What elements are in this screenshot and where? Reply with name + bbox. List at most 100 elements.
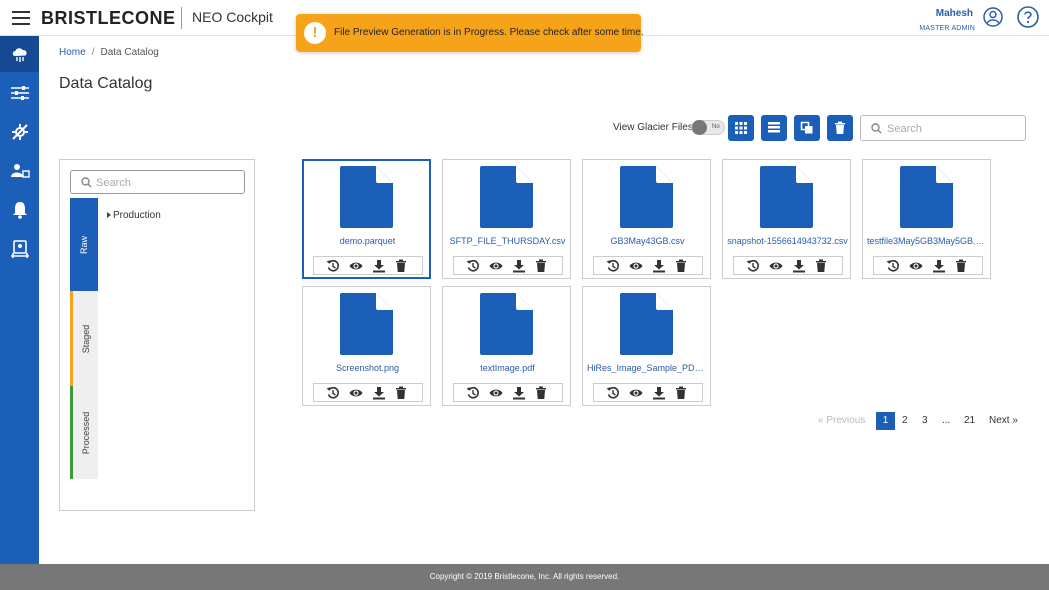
trash-icon[interactable] bbox=[394, 386, 408, 400]
nav-user-management[interactable] bbox=[0, 153, 39, 189]
pagination-page-last[interactable]: 21 bbox=[964, 412, 975, 430]
delete-button[interactable] bbox=[827, 115, 853, 141]
eye-icon[interactable] bbox=[349, 386, 363, 400]
bell-icon bbox=[13, 202, 27, 219]
file-name[interactable]: SFTP_FILE_THURSDAY.csv bbox=[447, 236, 568, 246]
history-icon[interactable] bbox=[326, 386, 340, 400]
download-icon[interactable] bbox=[372, 386, 386, 400]
download-icon[interactable] bbox=[652, 259, 666, 273]
file-card[interactable]: GB3May43GB.csv bbox=[582, 159, 711, 279]
search-icon bbox=[81, 177, 92, 188]
nav-settings[interactable] bbox=[0, 114, 39, 150]
notification-toast: ! File Preview Generation is in Progress… bbox=[296, 14, 644, 52]
zone-tab-raw[interactable]: Raw bbox=[70, 198, 98, 291]
tree-search-box bbox=[70, 170, 245, 194]
file-card[interactable]: testfile3May5GB3May5GB.csv bbox=[862, 159, 991, 279]
history-icon[interactable] bbox=[466, 386, 480, 400]
trash-icon[interactable] bbox=[674, 386, 688, 400]
trash-icon[interactable] bbox=[534, 259, 548, 273]
tree-search-input[interactable] bbox=[96, 174, 236, 191]
nav-pipelines[interactable] bbox=[0, 75, 39, 111]
download-icon[interactable] bbox=[932, 259, 946, 273]
cloud-data-icon bbox=[12, 48, 27, 62]
eye-icon[interactable] bbox=[349, 259, 363, 273]
file-icon bbox=[620, 166, 673, 228]
product-name: NEO Cockpit bbox=[192, 9, 273, 25]
nav-data-catalog[interactable] bbox=[0, 36, 39, 72]
zone-tab-label: Staged bbox=[80, 324, 91, 353]
file-name[interactable]: testfile3May5GB3May5GB.csv bbox=[867, 236, 988, 246]
tree-node-label: Production bbox=[113, 210, 161, 221]
user-profile-icon[interactable] bbox=[983, 7, 1003, 27]
history-icon[interactable] bbox=[466, 259, 480, 273]
download-icon[interactable] bbox=[792, 259, 806, 273]
user-name: Mahesh bbox=[935, 8, 973, 19]
eye-icon[interactable] bbox=[489, 386, 503, 400]
pagination-page-1[interactable]: 1 bbox=[876, 412, 895, 430]
file-name[interactable]: Screenshot.png bbox=[307, 363, 428, 373]
file-card[interactable]: SFTP_FILE_THURSDAY.csv bbox=[442, 159, 571, 279]
list-view-button[interactable] bbox=[761, 115, 787, 141]
download-icon[interactable] bbox=[652, 386, 666, 400]
history-icon[interactable] bbox=[606, 386, 620, 400]
file-name[interactable]: textImage.pdf bbox=[447, 363, 568, 373]
caret-right-icon bbox=[107, 212, 111, 219]
file-icon bbox=[340, 166, 393, 228]
pagination-page-2[interactable]: 2 bbox=[902, 412, 908, 430]
file-name[interactable]: HiRes_Image_Sample_PDF.pdf bbox=[587, 363, 708, 373]
history-icon[interactable] bbox=[886, 259, 900, 273]
file-name[interactable]: GB3May43GB.csv bbox=[587, 236, 708, 246]
database-user-icon bbox=[11, 240, 29, 258]
file-icon bbox=[620, 293, 673, 355]
download-icon[interactable] bbox=[512, 259, 526, 273]
eye-icon[interactable] bbox=[629, 259, 643, 273]
history-icon[interactable] bbox=[746, 259, 760, 273]
file-icon bbox=[480, 293, 533, 355]
history-icon[interactable] bbox=[606, 259, 620, 273]
history-icon[interactable] bbox=[326, 259, 340, 273]
zone-tab-processed[interactable]: Processed bbox=[70, 386, 98, 479]
file-card[interactable]: snapshot-1556614943732.csv bbox=[722, 159, 851, 279]
file-actions bbox=[733, 256, 843, 275]
file-name[interactable]: demo.parquet bbox=[307, 236, 428, 246]
grid-view-button[interactable] bbox=[728, 115, 754, 141]
glacier-files-toggle[interactable]: No bbox=[691, 120, 725, 135]
trash-icon[interactable] bbox=[954, 259, 968, 273]
pagination-ellipsis: ... bbox=[942, 415, 951, 426]
download-icon[interactable] bbox=[372, 259, 386, 273]
trash-icon[interactable] bbox=[394, 259, 408, 273]
eye-icon[interactable] bbox=[629, 386, 643, 400]
help-icon[interactable] bbox=[1017, 6, 1039, 28]
breadcrumb-current: Data Catalog bbox=[100, 47, 159, 58]
brand-divider bbox=[181, 7, 182, 29]
footer: Copyright © 2019 Bristlecone, Inc. All r… bbox=[0, 564, 1049, 590]
file-actions bbox=[313, 256, 423, 275]
breadcrumb-home[interactable]: Home bbox=[59, 47, 86, 58]
eye-icon[interactable] bbox=[489, 259, 503, 273]
nav-notifications[interactable] bbox=[0, 192, 39, 228]
list-icon bbox=[768, 122, 780, 133]
file-search-input[interactable] bbox=[887, 120, 1021, 137]
download-icon[interactable] bbox=[512, 386, 526, 400]
file-name[interactable]: snapshot-1556614943732.csv bbox=[727, 236, 848, 246]
trash-icon[interactable] bbox=[534, 386, 548, 400]
pagination-page-3[interactable]: 3 bbox=[922, 412, 928, 430]
file-card[interactable]: textImage.pdf bbox=[442, 286, 571, 406]
warning-icon: ! bbox=[304, 22, 326, 44]
zone-tab-staged[interactable]: Staged bbox=[70, 291, 98, 386]
glacier-files-label: View Glacier Files bbox=[613, 122, 693, 133]
eye-icon[interactable] bbox=[909, 259, 923, 273]
tree-panel: Raw Staged Processed Production bbox=[59, 159, 255, 511]
tree-node-production[interactable]: Production bbox=[107, 210, 161, 221]
eye-icon[interactable] bbox=[769, 259, 783, 273]
file-actions bbox=[453, 383, 563, 402]
file-card[interactable]: Screenshot.png bbox=[302, 286, 431, 406]
file-card[interactable]: HiRes_Image_Sample_PDF.pdf bbox=[582, 286, 711, 406]
hamburger-menu-icon[interactable] bbox=[12, 11, 30, 25]
copy-button[interactable] bbox=[794, 115, 820, 141]
pagination-next[interactable]: Next » bbox=[989, 412, 1018, 430]
nav-reports[interactable] bbox=[0, 231, 39, 267]
trash-icon[interactable] bbox=[814, 259, 828, 273]
trash-icon[interactable] bbox=[674, 259, 688, 273]
file-card[interactable]: demo.parquet bbox=[302, 159, 431, 279]
